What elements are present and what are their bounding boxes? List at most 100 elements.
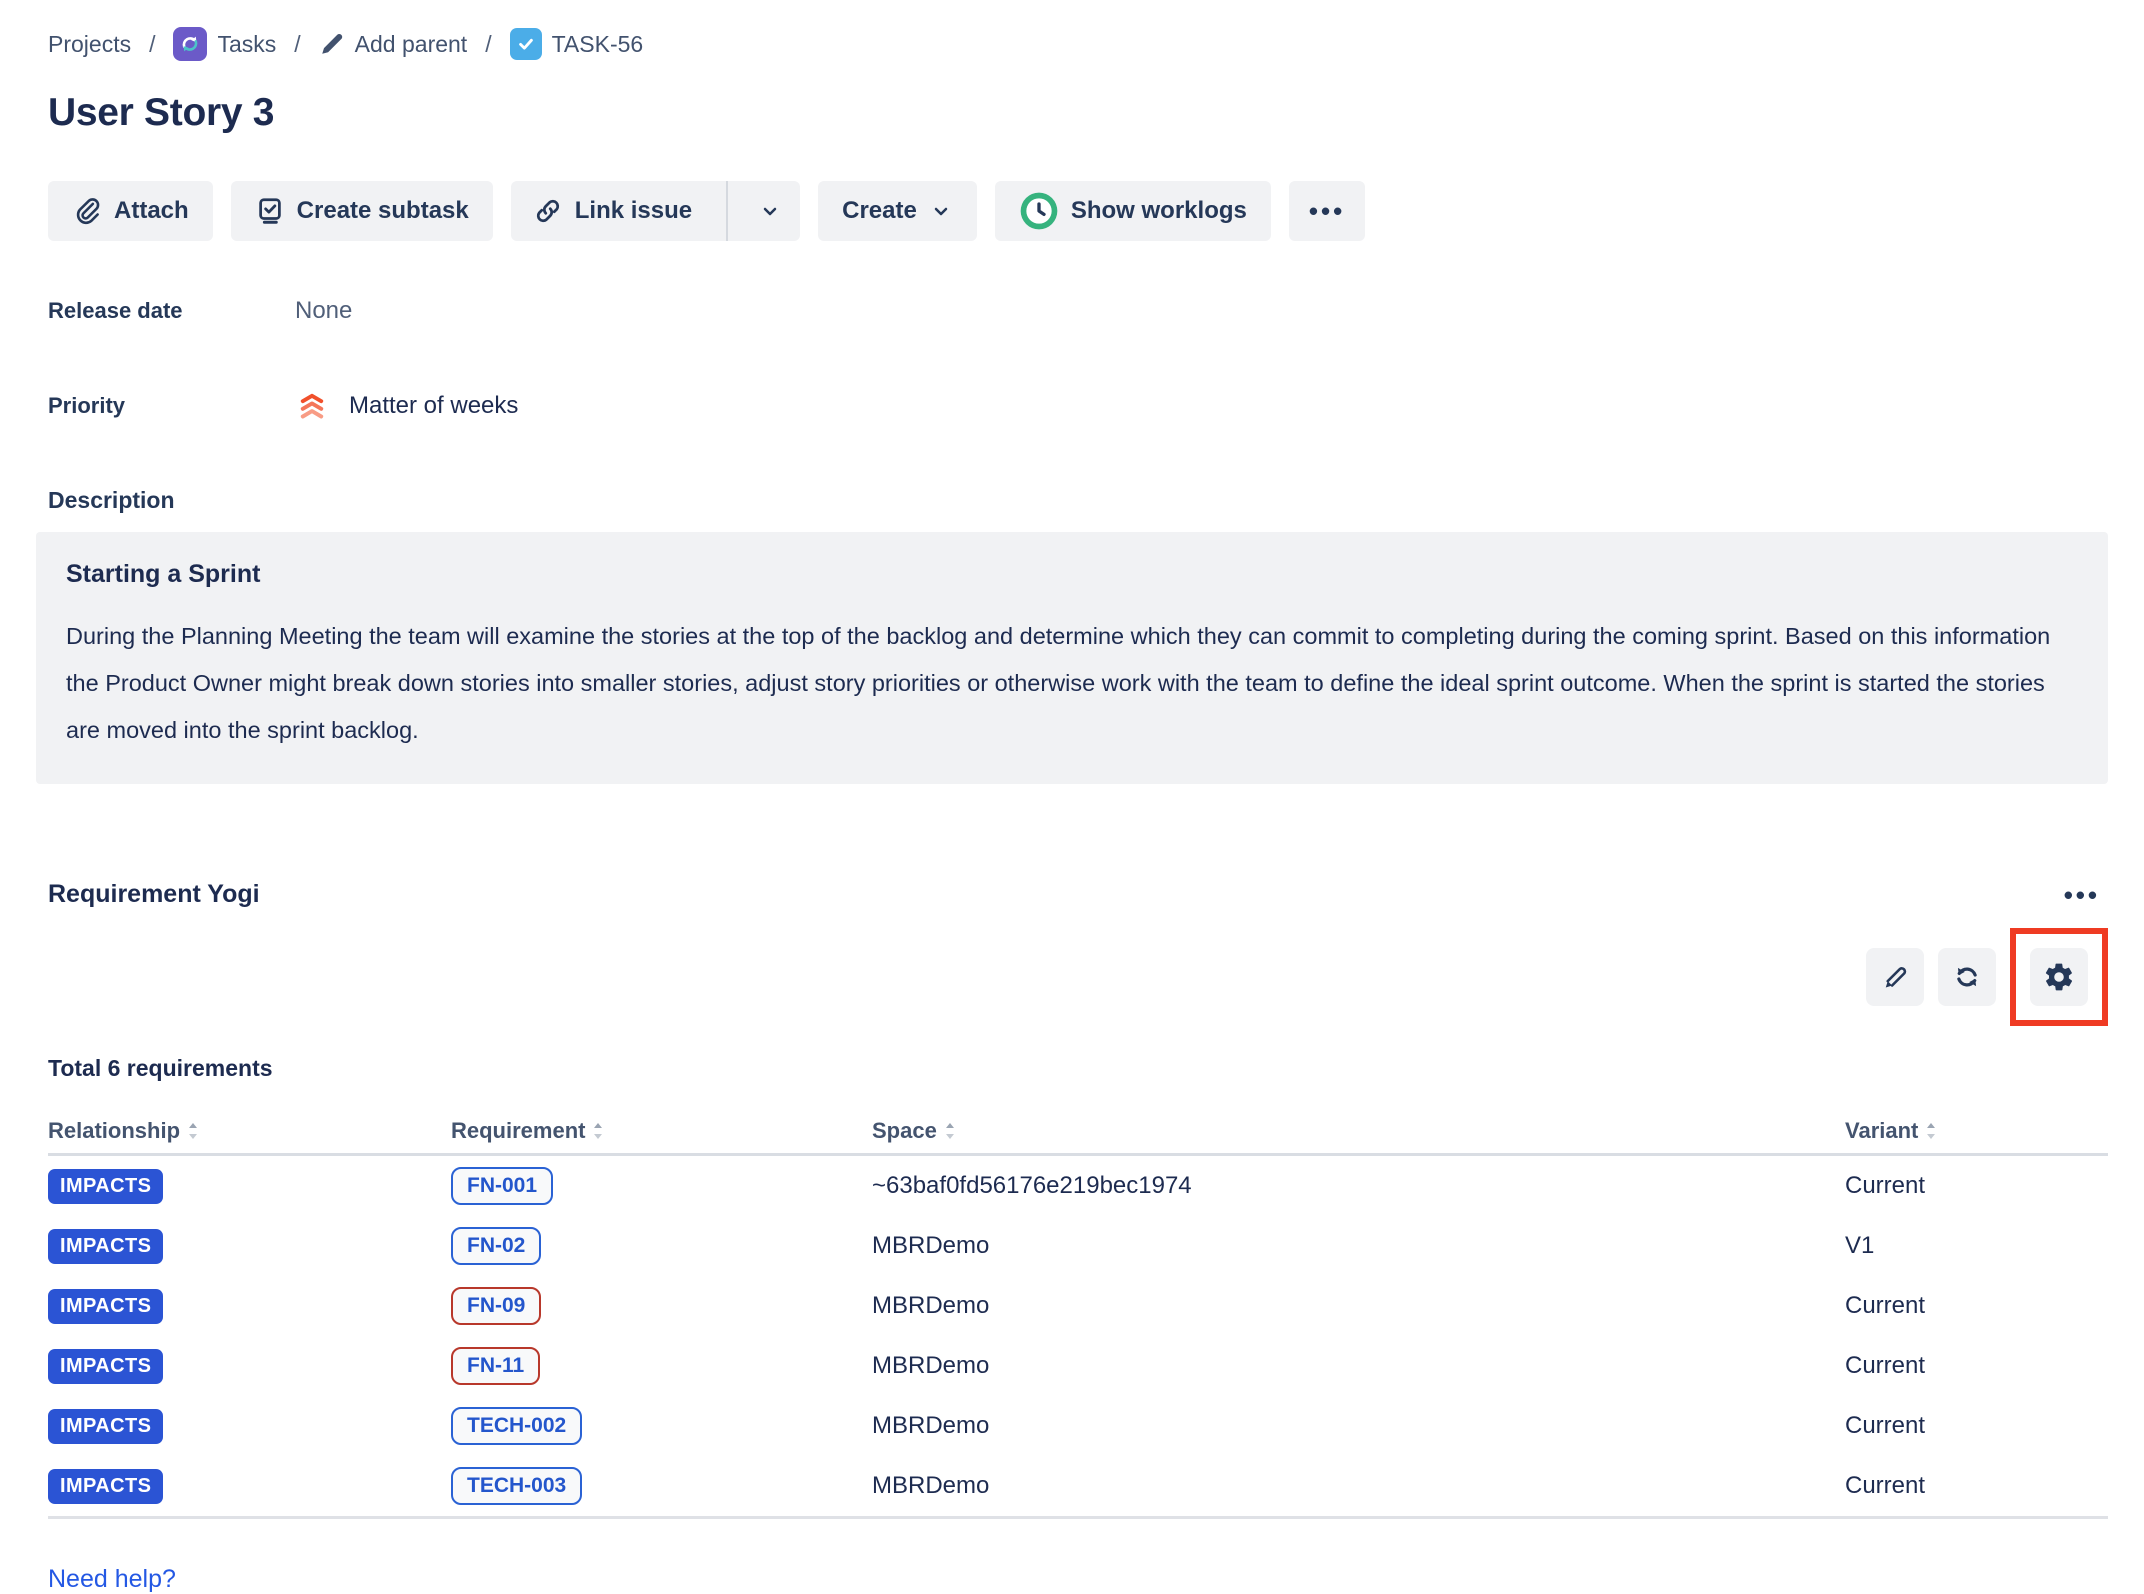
requirement-link[interactable]: FN-001 <box>451 1167 553 1205</box>
description-heading: Starting a Sprint <box>66 560 2078 589</box>
requirement-yogi-more-button[interactable]: ••• <box>2056 890 2108 900</box>
breadcrumb-separator: / <box>294 31 300 58</box>
more-actions-button[interactable]: ••• <box>1289 181 1365 241</box>
need-help-link[interactable]: Need help? <box>48 1565 176 1594</box>
breadcrumb-separator: / <box>149 31 155 58</box>
toolbar: Attach Create subtask Link issue <box>48 181 2108 241</box>
gear-icon <box>2043 961 2075 993</box>
requirements-table: Relationship Requirement Space Variant <box>48 1108 2108 1519</box>
refresh-button[interactable] <box>1938 948 1996 1006</box>
split-divider <box>726 181 728 241</box>
variant-cell: Current <box>1845 1472 2108 1500</box>
table-header-row: Relationship Requirement Space Variant <box>48 1108 2108 1156</box>
create-subtask-button-label: Create subtask <box>297 197 469 225</box>
table-row: IMPACTS TECH-002 MBRDemo Current <box>48 1396 2108 1456</box>
space-cell: MBRDemo <box>872 1412 1845 1440</box>
relationship-badge: IMPACTS <box>48 1349 163 1384</box>
relationship-badge: IMPACTS <box>48 1409 163 1444</box>
task-check-icon <box>510 28 542 60</box>
attach-button-label: Attach <box>114 197 189 225</box>
subtask-check-icon <box>255 196 285 226</box>
requirement-yogi-toolbar <box>48 925 2108 1029</box>
issue-page: Projects / Tasks / Add parent / <box>0 0 2144 1594</box>
space-cell: MBRDemo <box>872 1352 1845 1380</box>
create-subtask-button[interactable]: Create subtask <box>231 181 493 241</box>
relationship-badge: IMPACTS <box>48 1289 163 1324</box>
requirement-yogi-title: Requirement Yogi <box>48 880 260 909</box>
triple-chevron-up-icon <box>295 389 329 423</box>
requirement-yogi-section: Requirement Yogi ••• <box>48 880 2108 1594</box>
priority-field: Priority Matter of weeks <box>48 389 2108 423</box>
priority-label: Priority <box>48 393 295 419</box>
table-row: IMPACTS FN-02 MBRDemo V1 <box>48 1216 2108 1276</box>
sort-arrows-icon <box>591 1120 605 1142</box>
breadcrumb-issue-key[interactable]: TASK-56 <box>510 28 644 60</box>
breadcrumb: Projects / Tasks / Add parent / <box>48 27 2108 61</box>
table-body: IMPACTS FN-001 ~63baf0fd56176e219bec1974… <box>48 1156 2108 1519</box>
breadcrumb-projects[interactable]: Projects <box>48 31 131 58</box>
breadcrumb-add-parent[interactable]: Add parent <box>319 31 468 58</box>
requirement-link[interactable]: FN-09 <box>451 1287 541 1325</box>
refresh-icon <box>1951 961 1983 993</box>
table-row: IMPACTS TECH-003 MBRDemo Current <box>48 1456 2108 1516</box>
create-dropdown-button[interactable]: Create <box>818 181 977 241</box>
requirement-link[interactable]: TECH-002 <box>451 1407 582 1445</box>
variant-cell: Current <box>1845 1292 2108 1320</box>
pencil-icon <box>1880 962 1910 992</box>
paperclip-icon <box>72 196 102 226</box>
breadcrumb-tasks-label: Tasks <box>217 31 276 58</box>
issue-fields: Release date None Priority Matter of wee… <box>48 297 2108 423</box>
breadcrumb-separator: / <box>485 31 491 58</box>
create-button-label: Create <box>842 197 917 225</box>
edit-button[interactable] <box>1866 948 1924 1006</box>
description-label: Description <box>48 487 2108 514</box>
sort-arrows-icon <box>186 1120 200 1142</box>
description-box[interactable]: Starting a Sprint During the Planning Me… <box>36 532 2108 784</box>
relationship-badge: IMPACTS <box>48 1229 163 1264</box>
chevron-down-icon <box>758 199 782 223</box>
relationship-badge: IMPACTS <box>48 1469 163 1504</box>
variant-cell: Current <box>1845 1172 2108 1200</box>
priority-value[interactable]: Matter of weeks <box>295 389 518 423</box>
breadcrumb-issue-key-label: TASK-56 <box>552 31 644 58</box>
variant-cell: V1 <box>1845 1232 2108 1260</box>
link-issue-split-button: Link issue <box>511 181 800 241</box>
column-header-requirement[interactable]: Requirement <box>451 1118 872 1144</box>
requirement-link[interactable]: FN-11 <box>451 1347 540 1385</box>
requirement-link[interactable]: FN-02 <box>451 1227 541 1265</box>
variant-cell: Current <box>1845 1412 2108 1440</box>
column-header-space[interactable]: Space <box>872 1118 1845 1144</box>
space-cell: ~63baf0fd56176e219bec1974 <box>872 1172 1845 1200</box>
space-cell: MBRDemo <box>872 1232 1845 1260</box>
space-cell: MBRDemo <box>872 1292 1845 1320</box>
column-header-relationship[interactable]: Relationship <box>48 1118 451 1144</box>
settings-button[interactable] <box>2030 948 2088 1006</box>
space-cell: MBRDemo <box>872 1472 1845 1500</box>
variant-cell: Current <box>1845 1352 2108 1380</box>
release-date-value[interactable]: None <box>295 297 352 325</box>
breadcrumb-project-tasks[interactable]: Tasks <box>173 27 276 61</box>
project-avatar-icon <box>173 27 207 61</box>
page-title: User Story 3 <box>48 91 2108 135</box>
chevron-down-icon <box>929 199 953 223</box>
show-worklogs-button[interactable]: Show worklogs <box>995 181 1271 241</box>
release-date-field: Release date None <box>48 297 2108 325</box>
column-header-variant[interactable]: Variant <box>1845 1118 2108 1144</box>
link-issue-button-label: Link issue <box>575 197 692 225</box>
table-row: IMPACTS FN-11 MBRDemo Current <box>48 1336 2108 1396</box>
table-row: IMPACTS FN-001 ~63baf0fd56176e219bec1974… <box>48 1156 2108 1216</box>
release-date-label: Release date <box>48 298 295 324</box>
breadcrumb-projects-label: Projects <box>48 31 131 58</box>
attach-button[interactable]: Attach <box>48 181 213 241</box>
show-worklogs-button-label: Show worklogs <box>1071 197 1247 225</box>
pencil-icon <box>319 31 345 57</box>
link-issue-dropdown-button[interactable] <box>740 181 800 241</box>
requirement-link[interactable]: TECH-003 <box>451 1467 582 1505</box>
link-issue-button[interactable]: Link issue <box>511 181 714 241</box>
requirements-total: Total 6 requirements <box>48 1055 2108 1082</box>
table-row: IMPACTS FN-09 MBRDemo Current <box>48 1276 2108 1336</box>
link-icon <box>533 196 563 226</box>
sync-arrows-icon <box>178 32 202 56</box>
sort-arrows-icon <box>943 1120 957 1142</box>
priority-value-label: Matter of weeks <box>349 392 518 420</box>
